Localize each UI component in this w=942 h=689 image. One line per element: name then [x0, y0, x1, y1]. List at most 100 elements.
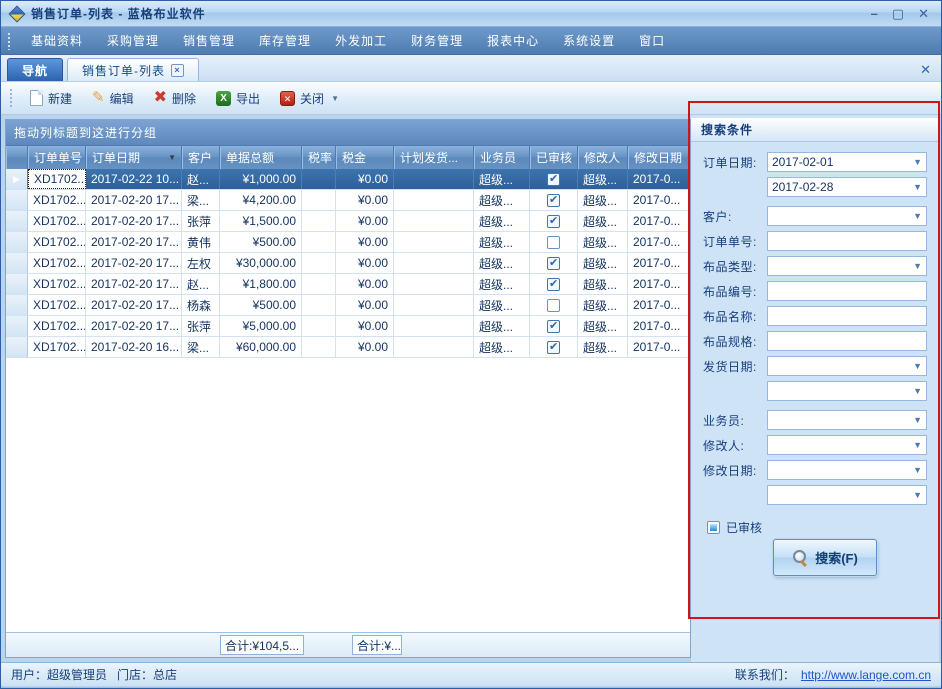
cell-order-no[interactable]: XD1702...	[28, 316, 86, 336]
edit-button[interactable]: ✎ 编辑	[84, 87, 142, 110]
cell-tax-rate[interactable]	[302, 211, 336, 231]
salesman-select[interactable]: ▼	[767, 410, 927, 430]
cell-modifier[interactable]: 超级...	[578, 316, 628, 336]
export-button[interactable]: X 导出	[208, 87, 268, 110]
cell-customer[interactable]: 左权	[182, 253, 220, 273]
cell-order-date[interactable]: 2017-02-20 17...	[86, 211, 182, 231]
menu-item-sales[interactable]: 销售管理	[172, 27, 246, 54]
approved-checkbox[interactable]	[547, 215, 560, 228]
menu-item-settings[interactable]: 系统设置	[552, 27, 626, 54]
cell-amount[interactable]: ¥60,000.00	[220, 337, 302, 357]
search-button[interactable]: 搜索(F)	[773, 539, 877, 576]
cell-order-no[interactable]: XD1702...	[28, 211, 86, 231]
header-order-date[interactable]: 订单日期 ▼	[86, 146, 182, 169]
approved-checkbox[interactable]	[547, 299, 560, 312]
cell-order-no[interactable]: XD1702...	[28, 337, 86, 357]
approved-checkbox[interactable]	[547, 320, 560, 333]
cell-planned-delivery[interactable]	[394, 190, 474, 210]
cell-order-date[interactable]: 2017-02-20 17...	[86, 190, 182, 210]
menu-item-inventory[interactable]: 库存管理	[248, 27, 322, 54]
cell-order-date[interactable]: 2017-02-20 17...	[86, 316, 182, 336]
cell-amount[interactable]: ¥5,000.00	[220, 316, 302, 336]
table-row[interactable]: XD1702... 2017-02-20 17... 赵... ¥1,800.0…	[6, 274, 690, 295]
table-row[interactable]: XD1702... 2017-02-20 17... 张萍 ¥1,500.00 …	[6, 211, 690, 232]
cell-salesman[interactable]: 超级...	[474, 274, 530, 294]
table-row[interactable]: XD1702... 2017-02-20 17... 黄伟 ¥500.00 ¥0…	[6, 232, 690, 253]
cell-salesman[interactable]: 超级...	[474, 316, 530, 336]
menu-item-base-data[interactable]: 基础资料	[20, 27, 94, 54]
cell-order-no[interactable]: XD1702...	[28, 274, 86, 294]
header-salesman[interactable]: 业务员	[474, 146, 530, 169]
cell-modified-date[interactable]: 2017-0...	[628, 190, 690, 210]
cell-customer[interactable]: 杨森	[182, 295, 220, 315]
cell-order-date[interactable]: 2017-02-20 17...	[86, 232, 182, 252]
cell-customer[interactable]: 梁...	[182, 337, 220, 357]
cell-tax[interactable]: ¥0.00	[336, 190, 394, 210]
maximize-icon[interactable]: ▢	[892, 7, 904, 20]
tab-sales-order-list[interactable]: 销售订单-列表 ×	[67, 58, 199, 81]
header-tax[interactable]: 税金	[336, 146, 394, 169]
cell-tax[interactable]: ¥0.00	[336, 169, 394, 189]
cell-customer[interactable]: 梁...	[182, 190, 220, 210]
website-link[interactable]: http://www.lange.com.cn	[801, 668, 931, 682]
cell-planned-delivery[interactable]	[394, 274, 474, 294]
order-no-input[interactable]	[767, 231, 927, 251]
chevron-down-icon[interactable]: ▼	[913, 386, 922, 396]
approved-checkbox[interactable]	[547, 194, 560, 207]
cell-planned-delivery[interactable]	[394, 211, 474, 231]
table-row[interactable]: XD1702... 2017-02-20 17... 梁... ¥4,200.0…	[6, 190, 690, 211]
table-row[interactable]: XD1702... 2017-02-20 17... 张萍 ¥5,000.00 …	[6, 316, 690, 337]
approved-checkbox[interactable]	[547, 236, 560, 249]
chevron-down-icon[interactable]: ▼	[913, 490, 922, 500]
cell-salesman[interactable]: 超级...	[474, 169, 530, 189]
tab-close-icon[interactable]: ×	[171, 64, 184, 77]
sort-desc-icon[interactable]: ▼	[168, 153, 176, 162]
header-approved[interactable]: 已审核	[530, 146, 578, 169]
cell-amount[interactable]: ¥1,500.00	[220, 211, 302, 231]
modified-date-from-select[interactable]: ▼	[767, 460, 927, 480]
cell-modifier[interactable]: 超级...	[578, 274, 628, 294]
cell-tax-rate[interactable]	[302, 190, 336, 210]
cell-customer[interactable]: 张萍	[182, 211, 220, 231]
table-row[interactable]: XD1702... 2017-02-20 16... 梁... ¥60,000.…	[6, 337, 690, 358]
delivery-date-to-select[interactable]: ▼	[767, 381, 927, 401]
cell-customer[interactable]: 张萍	[182, 316, 220, 336]
cell-customer[interactable]: 赵...	[182, 169, 220, 189]
cell-tax[interactable]: ¥0.00	[336, 253, 394, 273]
cell-modifier[interactable]: 超级...	[578, 190, 628, 210]
menu-item-finance[interactable]: 财务管理	[400, 27, 474, 54]
cell-modifier[interactable]: 超级...	[578, 337, 628, 357]
cell-tax-rate[interactable]	[302, 316, 336, 336]
cell-order-no[interactable]: XD1702...	[28, 232, 86, 252]
cell-salesman[interactable]: 超级...	[474, 295, 530, 315]
cell-salesman[interactable]: 超级...	[474, 337, 530, 357]
chevron-down-icon[interactable]: ▼	[913, 415, 922, 425]
cell-customer[interactable]: 黄伟	[182, 232, 220, 252]
table-row[interactable]: XD1702... 2017-02-20 17... 左权 ¥30,000.00…	[6, 253, 690, 274]
cell-order-no[interactable]: XD1702...	[28, 169, 86, 189]
menu-item-reports[interactable]: 报表中心	[476, 27, 550, 54]
approved-filter-checkbox[interactable]	[707, 521, 720, 534]
cell-planned-delivery[interactable]	[394, 169, 474, 189]
modified-date-to-select[interactable]: ▼	[767, 485, 927, 505]
cell-modified-date[interactable]: 2017-0...	[628, 295, 690, 315]
cell-order-no[interactable]: XD1702...	[28, 253, 86, 273]
chevron-down-icon[interactable]: ▼	[913, 182, 922, 192]
cell-modified-date[interactable]: 2017-0...	[628, 169, 690, 189]
chevron-down-icon[interactable]: ▼	[331, 94, 339, 103]
cell-amount[interactable]: ¥500.00	[220, 232, 302, 252]
cell-order-date[interactable]: 2017-02-20 17...	[86, 295, 182, 315]
chevron-down-icon[interactable]: ▼	[913, 465, 922, 475]
cell-tax-rate[interactable]	[302, 337, 336, 357]
order-date-from-select[interactable]: 2017-02-01 ▼	[767, 152, 927, 172]
cell-modifier[interactable]: 超级...	[578, 232, 628, 252]
approved-checkbox[interactable]	[547, 341, 560, 354]
cell-order-no[interactable]: XD1702...	[28, 295, 86, 315]
approved-checkbox[interactable]	[547, 173, 560, 186]
cell-salesman[interactable]: 超级...	[474, 253, 530, 273]
fabric-name-input[interactable]	[767, 306, 927, 326]
minimize-icon[interactable]: –	[871, 7, 878, 20]
cell-modifier[interactable]: 超级...	[578, 211, 628, 231]
cell-salesman[interactable]: 超级...	[474, 190, 530, 210]
cell-tax[interactable]: ¥0.00	[336, 295, 394, 315]
